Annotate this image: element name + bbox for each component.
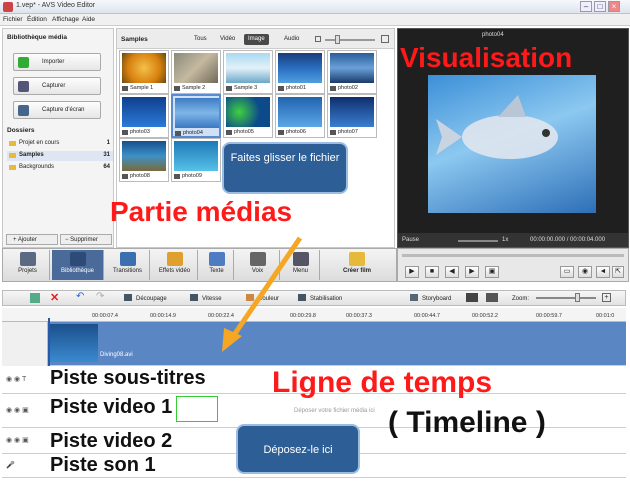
drag-arrow-line xyxy=(229,236,303,340)
drag-arrow-overlay xyxy=(222,236,303,352)
